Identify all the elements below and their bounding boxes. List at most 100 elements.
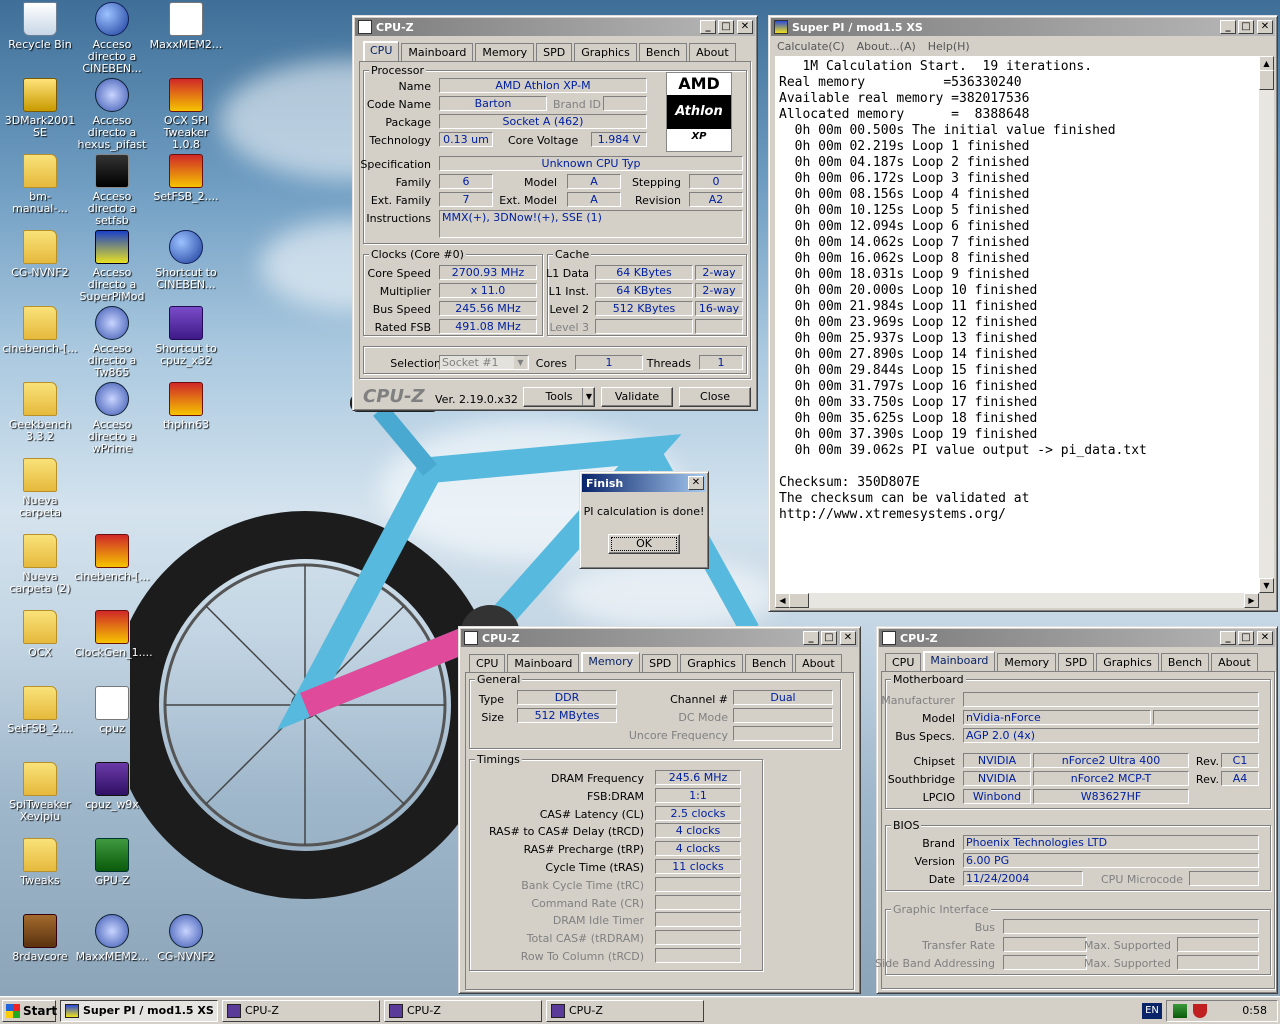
- tab-memory[interactable]: Memory: [581, 652, 641, 673]
- tab-spd[interactable]: SPD: [1058, 653, 1095, 672]
- clock[interactable]: 0:58: [1242, 1001, 1267, 1021]
- desktop-icon[interactable]: SetFSB_2....: [148, 154, 224, 203]
- desktop-icon[interactable]: MaxxMEM2...: [148, 2, 224, 51]
- scroll-thumb[interactable]: [789, 593, 809, 608]
- menu-help[interactable]: Help(H): [922, 40, 976, 53]
- desktop-icon[interactable]: 3DMark2001 SE: [2, 78, 78, 139]
- tab-mainboard[interactable]: Mainboard: [401, 43, 474, 62]
- desktop-icon[interactable]: Acceso directo a hexus_pifast: [74, 78, 150, 151]
- menu-about[interactable]: About...(A): [851, 40, 922, 53]
- desktop-icon[interactable]: OCX: [2, 610, 78, 659]
- desktop-icon[interactable]: Geekbench 3.3.2: [2, 382, 78, 443]
- validate-button[interactable]: Validate: [601, 387, 673, 407]
- tab-bench[interactable]: Bench: [1160, 653, 1210, 672]
- tab-graphics[interactable]: Graphics: [680, 654, 743, 673]
- desktop-icon[interactable]: SpiTweaker Xevipiu: [2, 762, 78, 823]
- tab-mainboard[interactable]: Mainboard: [507, 654, 580, 673]
- desktop-icon[interactable]: Acceso directo a setfsb: [74, 154, 150, 227]
- maximize-button[interactable]: □: [821, 631, 837, 645]
- cpuz-titlebar[interactable]: CPU-Z _ □ ✕: [355, 18, 755, 36]
- desktop-icon[interactable]: Acceso directo a CINEBEN...: [74, 2, 150, 75]
- maximize-button[interactable]: □: [1238, 20, 1254, 34]
- shield-icon[interactable]: [1193, 1004, 1207, 1018]
- desktop-icon[interactable]: cpuz_w9x: [74, 762, 150, 811]
- minimize-button[interactable]: _: [1220, 20, 1236, 34]
- desktop-icon[interactable]: ClockGen_1....: [74, 610, 153, 659]
- desktop-icon[interactable]: Tweaks: [2, 838, 78, 887]
- desktop-icon[interactable]: MaxxMEM2...: [74, 914, 150, 963]
- maximize-button[interactable]: □: [1238, 631, 1254, 645]
- language-indicator[interactable]: EN: [1142, 1003, 1162, 1019]
- desktop-icon[interactable]: CG-NVNF2: [2, 230, 78, 279]
- desktop-icon-label: ClockGen_1....: [74, 646, 153, 659]
- desktop-icon[interactable]: thphn63: [148, 382, 224, 431]
- scroll-thumb[interactable]: [1259, 70, 1274, 90]
- menu-calculate[interactable]: Calculate(C): [771, 40, 851, 53]
- start-button[interactable]: Start: [2, 1000, 57, 1022]
- desktop-icon[interactable]: Recycle Bin: [2, 2, 78, 51]
- desktop-icon[interactable]: cinebench-[...: [2, 306, 78, 355]
- tab-about[interactable]: About: [795, 654, 842, 673]
- desktop-icon[interactable]: SetFSB_2....: [2, 686, 78, 735]
- tab-cpu[interactable]: CPU: [469, 654, 506, 673]
- desktop-icon[interactable]: CG-NVNF2: [148, 914, 224, 963]
- desktop-icon[interactable]: Acceso directo a wPrime: [74, 382, 150, 455]
- maximize-button[interactable]: □: [718, 20, 734, 34]
- horizontal-scrollbar[interactable]: ◀ ▶: [775, 593, 1259, 608]
- tab-graphics[interactable]: Graphics: [1096, 653, 1159, 672]
- tab-spd[interactable]: SPD: [536, 43, 573, 62]
- tools-button[interactable]: Tools ▼: [523, 387, 595, 407]
- finish-titlebar[interactable]: Finish ✕: [582, 474, 706, 492]
- desktop-icon[interactable]: cinebench-[...: [74, 534, 150, 583]
- vertical-scrollbar[interactable]: ▲ ▼: [1259, 56, 1274, 593]
- scroll-up-icon[interactable]: ▲: [1259, 56, 1274, 71]
- tab-memory[interactable]: Memory: [475, 43, 535, 62]
- tab-bench[interactable]: Bench: [744, 654, 794, 673]
- close-button[interactable]: ✕: [737, 20, 753, 34]
- desktop-icon[interactable]: Nueva carpeta: [2, 458, 78, 519]
- tab-about[interactable]: About: [689, 43, 736, 62]
- superpi-output-console[interactable]: 1M Calculation Start. 19 iterations. Real…: [775, 56, 1259, 593]
- cpuz-titlebar[interactable]: CPU-Z _ □ ✕: [461, 629, 858, 647]
- tab-cpu[interactable]: CPU: [885, 653, 922, 672]
- cpuz-titlebar[interactable]: CPU-Z _ □ ✕: [879, 629, 1275, 647]
- taskbar-item-cpuz[interactable]: CPU-Z: [222, 1000, 380, 1022]
- ok-button[interactable]: OK: [608, 534, 680, 554]
- close-button[interactable]: ✕: [840, 631, 856, 645]
- desktop-icon[interactable]: 8rdavcore: [2, 914, 78, 963]
- taskbar-item-cpuz[interactable]: CPU-Z: [384, 1000, 542, 1022]
- superpi-titlebar[interactable]: Super PI / mod1.5 XS _ □ ✕: [771, 18, 1275, 36]
- desktop-icon[interactable]: Shortcut to CINEBEN...: [148, 230, 224, 291]
- desktop-icon[interactable]: GPU-Z: [74, 838, 150, 887]
- close-button[interactable]: ✕: [688, 476, 704, 490]
- desktop-icon[interactable]: Shortcut to cpuz_x32: [148, 306, 224, 367]
- close-button[interactable]: ✕: [1257, 20, 1273, 34]
- network-icon[interactable]: [1173, 1004, 1187, 1018]
- close-app-button[interactable]: Close: [679, 387, 751, 407]
- desktop-icon[interactable]: OCX SPI Tweaker 1.0.8: [148, 78, 224, 151]
- taskbar-item-cpuz[interactable]: CPU-Z: [546, 1000, 704, 1022]
- desktop-icon[interactable]: Acceso directo a SuperPiMod: [74, 230, 150, 303]
- desktop-icon[interactable]: cpuz: [74, 686, 150, 735]
- tab-memory[interactable]: Memory: [997, 653, 1057, 672]
- close-button[interactable]: ✕: [1257, 631, 1273, 645]
- minimize-button[interactable]: _: [700, 20, 716, 34]
- tab-mainboard[interactable]: Mainboard: [923, 651, 996, 672]
- tab-cpu[interactable]: CPU: [363, 41, 400, 62]
- tab-about[interactable]: About: [1211, 653, 1258, 672]
- tab-bench[interactable]: Bench: [638, 43, 688, 62]
- scroll-left-icon[interactable]: ◀: [775, 593, 790, 608]
- scroll-down-icon[interactable]: ▼: [1259, 578, 1274, 593]
- scroll-right-icon[interactable]: ▶: [1244, 593, 1259, 608]
- tab-graphics[interactable]: Graphics: [574, 43, 637, 62]
- minimize-button[interactable]: _: [1220, 631, 1236, 645]
- desktop-icon[interactable]: Nueva carpeta (2): [2, 534, 78, 595]
- taskbar-item-superpi[interactable]: Super PI / mod1.5 XS: [60, 1000, 218, 1022]
- tras-label: Cycle Time (tRAS): [545, 861, 644, 874]
- desktop-icon[interactable]: Acceso directo a Tw865: [74, 306, 150, 379]
- desktop-icon-label: Geekbench 3.3.2: [8, 418, 72, 443]
- socket-select[interactable]: Socket #1 ▼: [439, 355, 529, 370]
- minimize-button[interactable]: _: [803, 631, 819, 645]
- desktop-icon[interactable]: bm-manual-...: [2, 154, 78, 215]
- tab-spd[interactable]: SPD: [642, 654, 679, 673]
